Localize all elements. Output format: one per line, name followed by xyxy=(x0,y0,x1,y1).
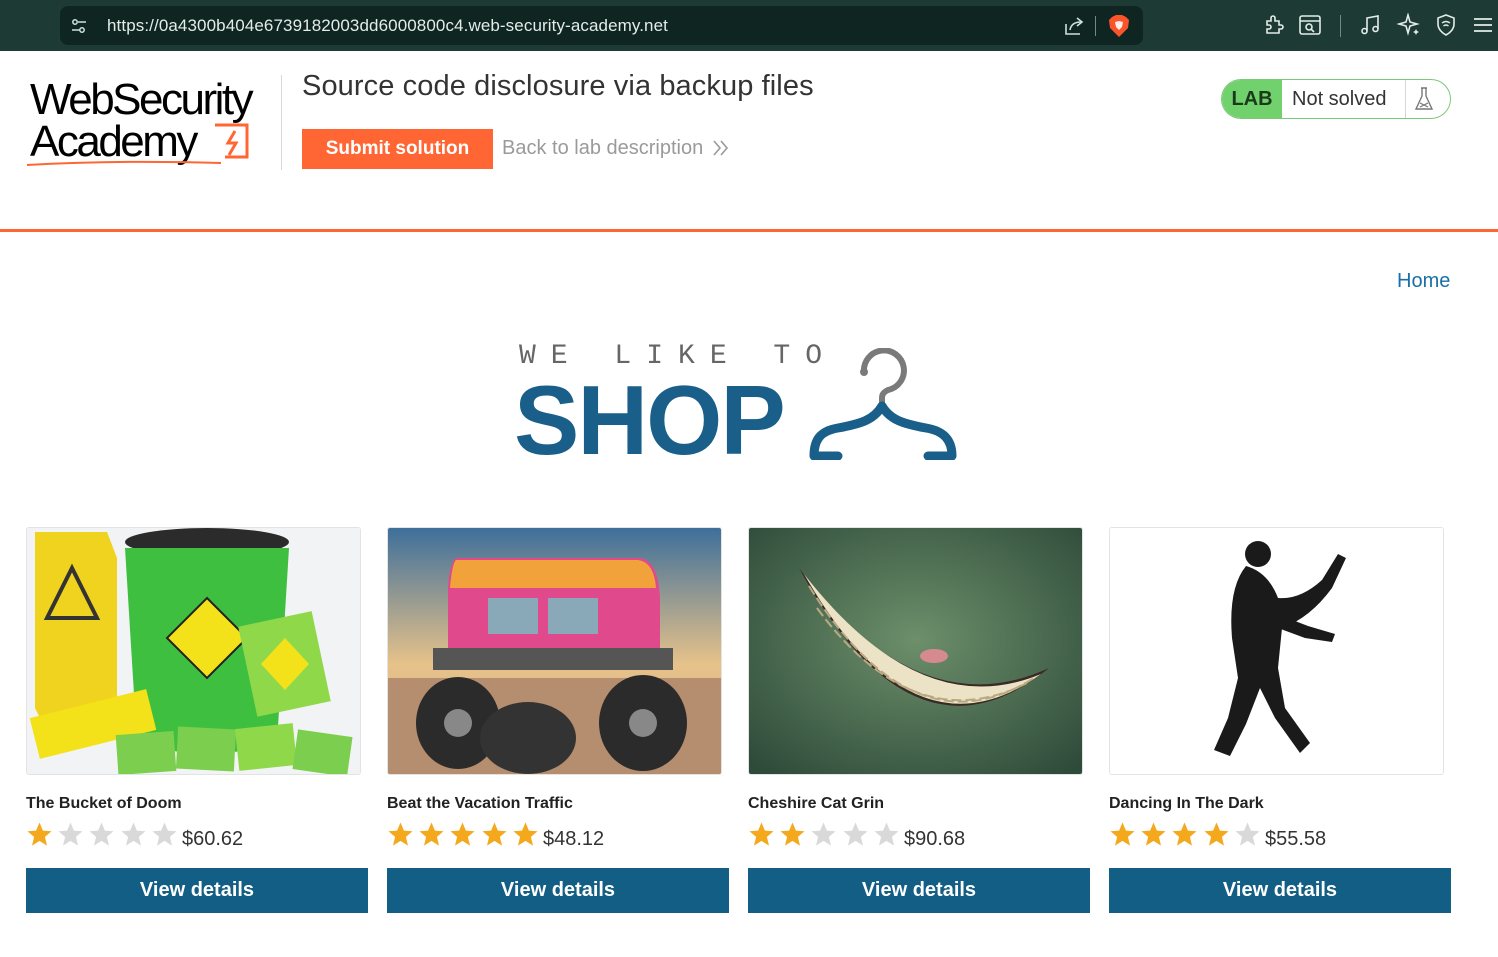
star-filled-icon xyxy=(749,822,774,846)
product-image-vacation-traffic[interactable] xyxy=(387,527,722,775)
lab-status-widget: LAB Not solved xyxy=(1221,79,1451,119)
product-card: Dancing In The Dark $55.58 View details xyxy=(1109,527,1451,917)
lab-badge: LAB xyxy=(1222,80,1282,118)
double-chevron-right-icon xyxy=(713,140,729,156)
star-filled-icon xyxy=(388,822,413,846)
star-empty-icon xyxy=(811,822,836,846)
product-name: Beat the Vacation Traffic xyxy=(387,795,573,812)
leo-ai-icon[interactable] xyxy=(1397,13,1421,37)
product-price: $60.62 xyxy=(182,828,244,850)
brave-shields-icon[interactable] xyxy=(1108,14,1130,38)
star-empty-icon xyxy=(121,822,146,846)
star-empty-icon xyxy=(152,822,177,846)
view-details-button[interactable]: View details xyxy=(26,868,368,913)
star-empty-icon xyxy=(874,822,899,846)
star-empty-icon xyxy=(843,822,868,846)
hanger-icon xyxy=(809,348,957,460)
shop-banner-title: SHOP xyxy=(514,365,786,475)
logo-underline xyxy=(26,160,222,166)
product-image-cheshire-cat-grin[interactable] xyxy=(748,527,1083,775)
product-image-bucket-of-doom[interactable] xyxy=(26,527,361,775)
product-name: Dancing In The Dark xyxy=(1109,795,1264,812)
view-details-button[interactable]: View details xyxy=(748,868,1090,913)
star-empty-icon xyxy=(1235,822,1260,846)
menu-icon[interactable] xyxy=(1471,13,1495,37)
vpn-icon[interactable] xyxy=(1434,13,1458,37)
star-empty-icon xyxy=(58,822,83,846)
star-filled-icon xyxy=(482,822,507,846)
star-filled-icon xyxy=(27,822,52,846)
web-security-academy-logo[interactable]: WebSecurity Academy xyxy=(25,75,280,170)
product-card: Beat the Vacation Traffic $48.12 View de… xyxy=(387,527,729,917)
share-icon[interactable] xyxy=(1063,15,1085,37)
flask-icon xyxy=(1414,87,1434,110)
star-empty-icon xyxy=(89,822,114,846)
header-divider xyxy=(281,75,282,170)
url-text[interactable]: https://0a4300b404e6739182003dd6000800c4… xyxy=(107,16,668,36)
product-card: Cheshire Cat Grin $90.68 View details xyxy=(748,527,1090,917)
product-image-dancing-in-the-dark[interactable] xyxy=(1109,527,1444,775)
lab-status-text: Not solved xyxy=(1292,88,1387,110)
site-settings-icon[interactable] xyxy=(70,17,88,35)
toolbar-divider xyxy=(1340,15,1341,37)
star-filled-icon xyxy=(513,822,538,846)
star-filled-icon xyxy=(450,822,475,846)
reader-icon[interactable] xyxy=(1298,13,1322,37)
product-price: $90.68 xyxy=(904,828,966,850)
browser-toolbar: https://0a4300b404e6739182003dd6000800c4… xyxy=(0,0,1498,51)
product-name: Cheshire Cat Grin xyxy=(748,795,885,812)
star-filled-icon xyxy=(1110,822,1135,846)
product-card: The Bucket of Doom $60.62 View details xyxy=(26,527,368,917)
star-filled-icon xyxy=(1141,822,1166,846)
submit-solution-button[interactable]: Submit solution xyxy=(302,129,493,169)
star-filled-icon xyxy=(419,822,444,846)
product-rating xyxy=(1109,821,1265,849)
status-divider xyxy=(1405,80,1406,118)
product-name: The Bucket of Doom xyxy=(26,795,182,812)
product-price: $48.12 xyxy=(543,828,605,850)
product-rating xyxy=(26,821,182,849)
media-icon[interactable] xyxy=(1358,13,1382,37)
extensions-icon[interactable] xyxy=(1262,13,1286,37)
product-rating xyxy=(387,821,543,849)
view-details-button[interactable]: View details xyxy=(1109,868,1451,913)
product-price: $55.58 xyxy=(1265,828,1327,850)
header-rule xyxy=(0,229,1498,232)
lab-title: Source code disclosure via backup files xyxy=(302,70,814,102)
star-filled-icon xyxy=(1204,822,1229,846)
star-filled-icon xyxy=(1172,822,1197,846)
back-to-lab-description-link[interactable]: Back to lab description xyxy=(502,137,703,160)
url-divider xyxy=(1095,16,1096,36)
star-filled-icon xyxy=(780,822,805,846)
view-details-button[interactable]: View details xyxy=(387,868,729,913)
address-bar[interactable]: https://0a4300b404e6739182003dd6000800c4… xyxy=(60,6,1143,45)
product-rating xyxy=(748,821,904,849)
home-link[interactable]: Home xyxy=(1397,270,1450,293)
